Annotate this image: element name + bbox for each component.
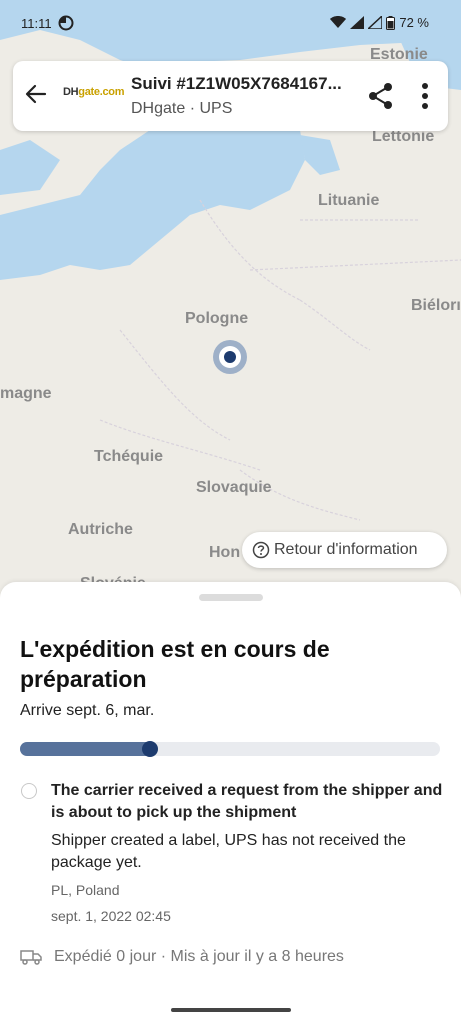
do-not-disturb-icon	[58, 15, 74, 31]
wifi-icon	[330, 16, 347, 28]
signal-icon	[350, 16, 365, 29]
shipment-progress-bar	[20, 741, 440, 757]
event-title: The carrier received a request from the …	[51, 782, 443, 821]
signal-icon-2	[368, 16, 383, 29]
shipment-status-headline: L'expédition est en cours de préparation	[20, 636, 330, 692]
shipment-footer-text: Expédié 0 jour · Mis à jour il y a 8 heu…	[54, 948, 344, 965]
dhgate-logo: DHgate.com	[63, 86, 125, 98]
map-label-bielorussie: Biélorı	[411, 297, 461, 314]
status-bar: 11:11 72 %	[0, 0, 461, 48]
event-location: PL, Poland	[51, 882, 120, 898]
map-label-hongrie: Hon	[209, 544, 241, 561]
tracking-title: Suivi #1Z1W05X7684167...	[131, 74, 342, 93]
event-timestamp: sept. 1, 2022 02:45	[51, 908, 171, 924]
location-pin-icon	[213, 340, 247, 374]
arrival-date: Arrive sept. 6, mar.	[20, 702, 155, 719]
shipment-bottom-sheet: L'expédition est en cours de préparation…	[0, 582, 461, 1024]
feedback-button[interactable]: Retour d'information	[242, 532, 447, 568]
progress-marker	[142, 741, 159, 757]
feedback-label: Retour d'information	[274, 541, 418, 558]
map-label-autriche: Autriche	[68, 521, 133, 538]
status-icons: 72 %	[330, 15, 429, 30]
status-time: 11:11	[21, 16, 52, 31]
more-vert-icon[interactable]	[413, 81, 437, 111]
map-label-pologne: Pologne	[185, 310, 249, 327]
battery-percentage: 72 %	[399, 15, 429, 30]
shipment-footer: Expédié 0 jour · Mis à jour il y a 8 heu…	[20, 948, 344, 966]
truck-icon	[20, 950, 42, 965]
map-label-lituanie: Lituanie	[318, 192, 380, 209]
share-icon[interactable]	[366, 81, 396, 111]
sheet-drag-handle[interactable]	[199, 594, 263, 601]
map-label-tchequie: Tchéquie	[94, 448, 164, 465]
back-arrow-icon[interactable]	[23, 80, 51, 108]
tracking-header: DHgate.com Suivi #1Z1W05X7684167... DHga…	[13, 61, 448, 131]
event-description: Shipper created a label, UPS has not rec…	[51, 832, 406, 871]
map-label-allemagne: magne	[0, 385, 52, 402]
map-label-slovaquie: Slovaquie	[196, 479, 272, 496]
event-status-indicator	[21, 783, 37, 799]
home-indicator[interactable]	[171, 1008, 291, 1012]
help-circle-icon	[252, 541, 270, 559]
carrier-subtitle: DHgate · UPS	[131, 100, 233, 117]
progress-fill	[20, 742, 151, 756]
battery-icon	[386, 15, 396, 30]
